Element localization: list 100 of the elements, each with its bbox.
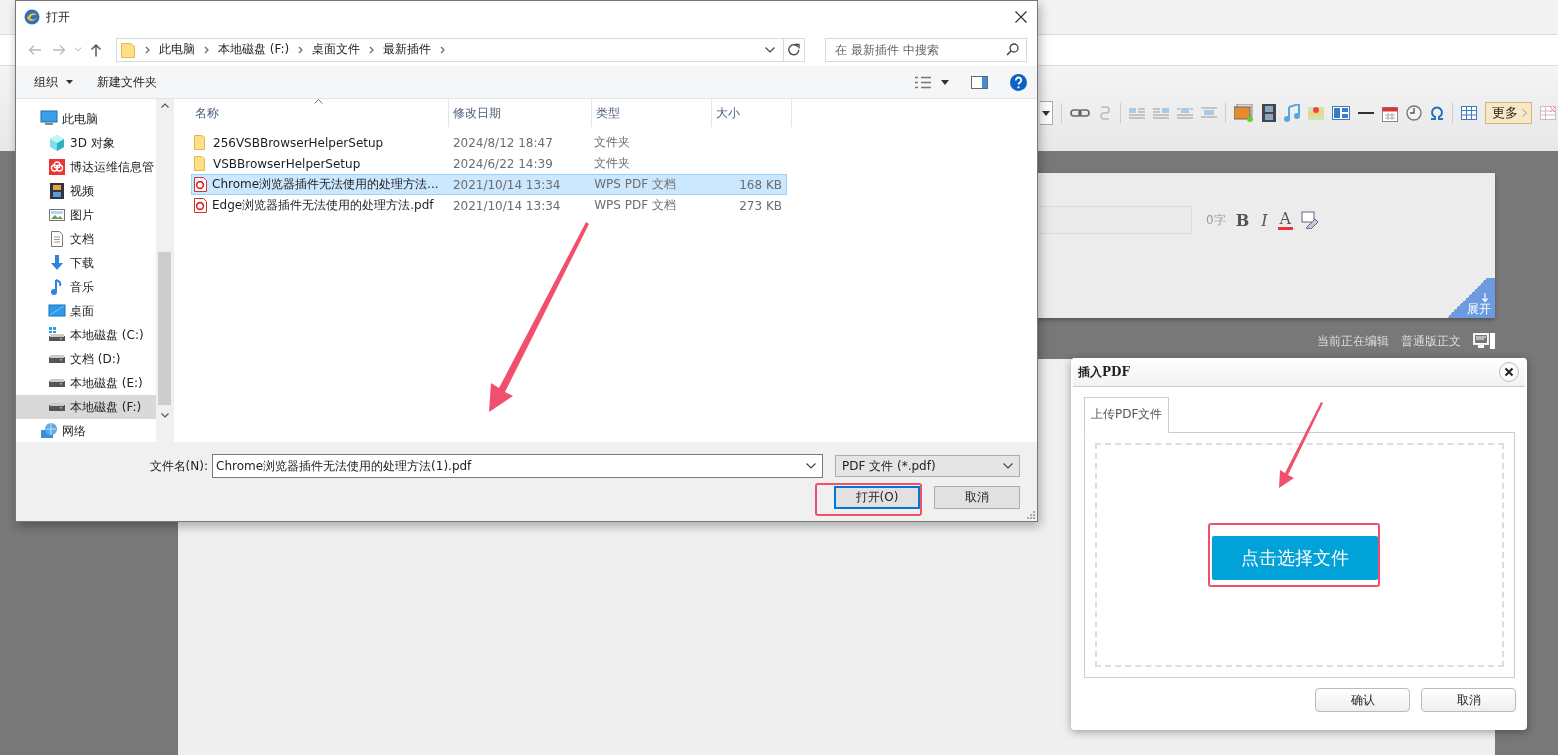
monitor-icon[interactable]	[1473, 333, 1495, 349]
column-header[interactable]: 大小	[712, 99, 792, 127]
preview-pane-icon[interactable]	[971, 75, 988, 89]
eraser-icon[interactable]	[1301, 211, 1320, 229]
tree-item[interactable]: 本地磁盘 (C:)	[16, 323, 156, 347]
clock-icon[interactable]	[1406, 105, 1422, 121]
tree-item[interactable]: 下载	[16, 251, 156, 275]
chevron-right-icon[interactable]	[145, 45, 150, 54]
cancel-button[interactable]: 取消	[1421, 688, 1516, 712]
scrollbar[interactable]	[156, 99, 173, 442]
file-row[interactable]: VSBBrowserHelperSetup 2024/6/22 14:39 文件夹	[191, 153, 787, 174]
link-icon[interactable]	[1070, 107, 1090, 119]
close-icon[interactable]	[1015, 11, 1027, 23]
folder-icon	[194, 135, 208, 150]
sort-up-icon	[314, 99, 323, 104]
chevron-down-icon	[1003, 463, 1013, 469]
chevron-down-icon[interactable]	[765, 46, 775, 53]
modified-date: 2024/6/22 14:39	[451, 156, 554, 171]
font-color-button[interactable]: A	[1277, 210, 1294, 230]
table-delete-icon[interactable]	[1540, 106, 1556, 120]
tree-item[interactable]: 图片	[16, 203, 156, 227]
close-icon[interactable]	[1499, 362, 1519, 382]
music-note-icon[interactable]	[1284, 104, 1300, 122]
column-header[interactable]: 类型	[592, 99, 712, 127]
picture-icon	[48, 206, 66, 224]
map-icon[interactable]	[1308, 105, 1324, 121]
file-type: 文件夹	[593, 134, 632, 151]
network-icon	[40, 422, 58, 440]
chevron-down-icon[interactable]	[806, 463, 816, 469]
tree-item[interactable]: 桌面	[16, 299, 156, 323]
tree-item[interactable]: 文档 (D:)	[16, 347, 156, 371]
breadcrumb[interactable]: 最新插件	[376, 41, 439, 58]
calendar-icon[interactable]	[1382, 104, 1398, 122]
bold-button[interactable]: B	[1233, 210, 1252, 230]
file-type: WPS PDF 文档	[593, 176, 677, 193]
file-row[interactable]: Edge浏览器插件无法使用的处理方法.pdf 2021/10/14 13:34 WPS PDF 文档 273 KB	[191, 195, 787, 216]
expand-label: 展开	[1467, 302, 1491, 316]
drive-icon	[48, 403, 66, 411]
layout-icon[interactable]	[1332, 106, 1350, 120]
column-header[interactable]: 名称	[191, 99, 449, 127]
tab[interactable]: 上传PDF文件	[1084, 397, 1170, 433]
tree-item[interactable]: 音乐	[16, 275, 156, 299]
tree-item[interactable]: 博达运维信息管	[16, 155, 156, 179]
cancel-button[interactable]: 取消	[934, 486, 1020, 509]
new-folder-button[interactable]: 新建文件夹	[89, 69, 165, 95]
chevron-up-icon[interactable]	[160, 103, 169, 108]
film-icon[interactable]	[1262, 104, 1276, 122]
window-title: 打开	[46, 8, 71, 26]
chevron-right-icon[interactable]	[440, 45, 446, 54]
film-icon	[48, 182, 66, 200]
chevron-right-icon[interactable]	[298, 45, 304, 54]
file-type: 文件夹	[593, 155, 632, 172]
confirm-button[interactable]: 确认	[1315, 688, 1410, 712]
caret-down-icon	[66, 80, 73, 84]
column-header[interactable]: 修改日期	[449, 99, 592, 127]
up-arrow-icon[interactable]	[90, 42, 102, 57]
tree-item[interactable]: 网络	[16, 419, 156, 442]
chevron-right-icon[interactable]	[204, 45, 209, 54]
caret-down-icon[interactable]	[941, 79, 949, 85]
breadcrumb[interactable]: 本地磁盘 (F:)	[211, 41, 297, 58]
desktop-icon	[48, 302, 66, 320]
modified-date: 2021/10/14 13:34	[451, 177, 562, 192]
file-name: Chrome浏览器插件无法使用的处理方法...	[212, 176, 439, 193]
tree-item[interactable]: 3D 对象	[16, 131, 156, 155]
tree-item[interactable]: 此电脑	[16, 107, 156, 131]
file-name-field[interactable]: Chrome浏览器插件无法使用的处理方法(1).pdf	[212, 454, 823, 478]
breadcrumb[interactable]: 桌面文件	[305, 41, 368, 58]
help-icon[interactable]	[1010, 73, 1027, 91]
file-row[interactable]: Chrome浏览器插件无法使用的处理方法... 2021/10/14 13:34 WPS PDF 文档 168 KB	[191, 174, 787, 195]
arrow-down-icon	[1482, 293, 1488, 302]
refresh-icon	[788, 43, 800, 56]
word-count: 0字	[1206, 211, 1226, 229]
omega-icon[interactable]	[1430, 106, 1444, 120]
tree-item[interactable]: 本地磁盘 (F:)	[16, 395, 156, 419]
dropdown-button[interactable]	[1040, 101, 1053, 125]
file-type-dropdown[interactable]: PDF 文件 (*.pdf)	[835, 455, 1020, 477]
cloud-icon	[48, 158, 66, 176]
scrollbar-thumb[interactable]	[158, 252, 171, 405]
tree-item[interactable]: 本地磁盘 (E:)	[16, 371, 156, 395]
caret-down-icon[interactable]	[1042, 110, 1050, 116]
resize-grip-icon[interactable]	[1027, 511, 1035, 519]
open-button[interactable]: 打开(O)	[834, 486, 920, 509]
organize-menu[interactable]: 组织	[26, 69, 81, 95]
file-row[interactable]: 256VSBBrowserHelperSetup 2024/8/12 18:47 文件夹	[191, 132, 787, 153]
search-field[interactable]: 在 最新插件 中搜索	[825, 37, 1027, 62]
search-icon[interactable]	[1006, 42, 1019, 56]
more-button[interactable]: 更多	[1485, 102, 1532, 124]
tree-item[interactable]: 文档	[16, 227, 156, 251]
view-list-icon[interactable]	[915, 75, 931, 89]
image-icon[interactable]	[1234, 104, 1254, 122]
tree-item[interactable]: 视频	[16, 179, 156, 203]
chevron-right-icon[interactable]	[369, 45, 375, 54]
folder-icon	[194, 156, 208, 171]
chevron-down-icon[interactable]	[160, 413, 169, 418]
table-icon[interactable]	[1461, 106, 1477, 120]
file-type: WPS PDF 文档	[593, 197, 677, 214]
address-bar[interactable]: 此电脑 本地磁盘 (F:) 桌面文件 最新插件	[116, 37, 805, 62]
file-size: 273 KB	[738, 198, 783, 213]
italic-button[interactable]: I	[1259, 210, 1270, 230]
breadcrumb[interactable]: 此电脑	[152, 41, 202, 58]
